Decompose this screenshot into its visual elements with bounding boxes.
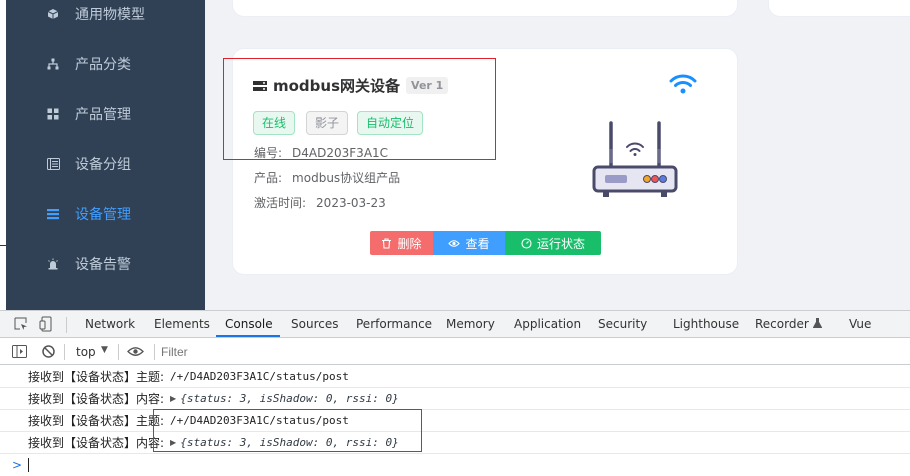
run-status-label: 运行状态 (536, 236, 585, 251)
toolbar-divider (66, 317, 67, 333)
highlight-box-card (223, 58, 496, 160)
tab-elements[interactable]: Elements (154, 317, 210, 331)
router-icon (592, 121, 678, 197)
activated-row: 激活时间: 2023-03-23 (254, 194, 386, 211)
device-toolbar-icon[interactable] (39, 316, 55, 332)
log-value: /+/D4AD203F3A1C/status/post (170, 370, 349, 383)
context-selector[interactable]: top (76, 345, 96, 359)
toolbar-divider (154, 344, 155, 360)
devtools-panel: Network Elements Console Sources Perform… (0, 310, 910, 476)
chevron-down-icon[interactable]: ▼ (101, 345, 108, 355)
sidebar-item-label: 产品分类 (75, 57, 131, 73)
tab-application[interactable]: Application (514, 317, 581, 331)
clear-console-icon[interactable] (42, 345, 55, 358)
tab-recorder[interactable]: Recorder (755, 317, 823, 331)
sidebar-item-device-alarm[interactable]: 设备告警 (6, 239, 205, 289)
console-log-row: 接收到【设备状态】内容: ▶ {status: 3, isShadow: 0, … (0, 432, 910, 454)
sidebar-item-label: 设备分组 (75, 157, 131, 173)
list-icon (46, 157, 60, 171)
activated-value: 2023-03-23 (316, 196, 386, 210)
console-log-row: 接收到【设备状态】内容: ▶ {status: 3, isShadow: 0, … (0, 388, 910, 410)
grid-icon (46, 107, 60, 121)
inspect-element-icon[interactable] (14, 317, 28, 331)
tab-performance[interactable]: Performance (356, 317, 432, 331)
toolbar-divider (64, 344, 65, 360)
console-log-row: 接收到【设备状态】主题: /+/D4AD203F3A1C/status/post (0, 366, 910, 388)
run-status-button[interactable]: 运行状态 (505, 231, 601, 255)
gauge-icon (521, 237, 532, 249)
trash-icon (382, 237, 392, 249)
sidebar-item-label: 设备管理 (75, 207, 131, 223)
product-row: 产品: modbus协议组产品 (254, 169, 400, 186)
sidebar: 通用物模型 产品分类 产品管理 设备分组 设备管理 设备告警 (6, 0, 205, 310)
log-label: 接收到【设备状态】内容: (28, 392, 165, 406)
product-label: 产品: (254, 171, 283, 185)
flask-icon (812, 318, 823, 328)
eye-icon[interactable] (127, 346, 144, 357)
sidebar-item-product-category[interactable]: 产品分类 (6, 39, 205, 89)
console-toolbar: top ▼ (0, 338, 910, 365)
device-card-top-right (768, 0, 910, 17)
devtools-tab-bar: Network Elements Console Sources Perform… (0, 311, 910, 338)
sidebar-item-partial[interactable] (6, 289, 205, 310)
tab-sources[interactable]: Sources (291, 317, 338, 331)
expand-caret-icon[interactable]: ▶ (170, 394, 176, 403)
tab-lighthouse[interactable]: Lighthouse (673, 317, 739, 331)
console-prompt: > (12, 458, 23, 472)
view-label: 查看 (465, 236, 490, 251)
sidebar-item-label: 产品管理 (75, 107, 131, 123)
tab-recorder-label: Recorder (755, 317, 809, 331)
console-prompt-row[interactable]: > (0, 454, 910, 476)
cube-icon (46, 7, 60, 21)
toolbar-divider (118, 344, 119, 360)
wifi-icon (669, 74, 697, 94)
console-log-row: 接收到【设备状态】主题: /+/D4AD203F3A1C/status/post (0, 410, 910, 432)
device-list-icon (46, 207, 60, 221)
tab-console[interactable]: Console (225, 317, 273, 331)
log-object[interactable]: {status: 3, isShadow: 0, rssi: 0} (180, 392, 399, 405)
sidebar-item-label: 设备告警 (75, 257, 131, 273)
active-tab-indicator (216, 335, 280, 337)
delete-button[interactable]: 删除 (370, 231, 433, 255)
sidebar-item-label: 通用物模型 (75, 7, 145, 23)
product-value: modbus协议组产品 (292, 171, 401, 185)
sidebar-toggle-icon[interactable] (12, 345, 27, 358)
device-card-top (232, 0, 738, 17)
tree-icon (46, 57, 60, 71)
eye-icon (448, 239, 461, 247)
log-label: 接收到【设备状态】主题: (28, 414, 165, 428)
tab-security[interactable]: Security (598, 317, 647, 331)
sidebar-item-product-management[interactable]: 产品管理 (6, 89, 205, 139)
sidebar-item-device-group[interactable]: 设备分组 (6, 139, 205, 189)
log-label: 接收到【设备状态】内容: (28, 436, 165, 450)
log-label: 接收到【设备状态】主题: (28, 370, 165, 384)
highlight-box-logs (153, 409, 422, 452)
sidebar-item-device-management[interactable]: 设备管理 (6, 189, 205, 239)
view-button[interactable]: 查看 (433, 231, 505, 255)
activated-label: 激活时间: (254, 196, 307, 210)
tab-memory[interactable]: Memory (446, 317, 495, 331)
alarm-icon (46, 257, 60, 271)
delete-label: 删除 (397, 236, 422, 251)
tab-network[interactable]: Network (85, 317, 135, 331)
filter-input[interactable] (161, 342, 461, 361)
sidebar-item-common-model[interactable]: 通用物模型 (6, 0, 205, 39)
app-area: 通用物模型 产品分类 产品管理 设备分组 设备管理 设备告警 modbus网关设… (0, 0, 910, 310)
tab-vue[interactable]: Vue (849, 317, 871, 331)
text-cursor (28, 458, 30, 472)
